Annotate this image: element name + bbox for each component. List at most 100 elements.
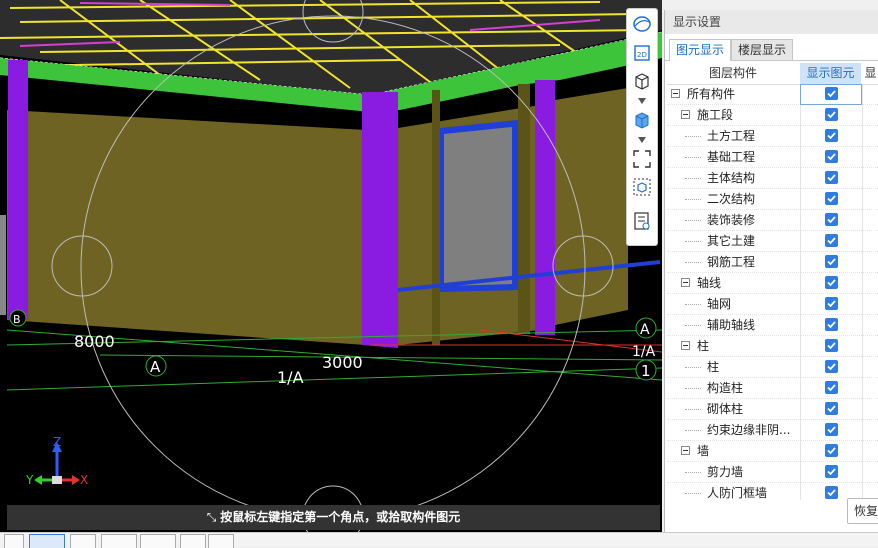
tree-row[interactable]: 砌体柱 <box>667 399 878 420</box>
tree-row[interactable]: 构造柱 <box>667 378 878 399</box>
tab-element-display[interactable]: 图元显示 <box>669 39 732 61</box>
svg-text:2D: 2D <box>637 51 647 59</box>
solid-box-icon[interactable] <box>631 109 653 131</box>
tree-row-name: 辅助轴线 <box>667 315 799 336</box>
column-header-layer[interactable]: 图层构件 <box>667 63 799 84</box>
dimension-label: 3000 <box>322 353 363 372</box>
chevron-down-icon[interactable] <box>638 137 646 143</box>
show-checkbox[interactable] <box>825 276 838 289</box>
show-checkbox[interactable] <box>825 213 838 226</box>
tree-row[interactable]: 柱 <box>667 336 878 357</box>
status-text: 按鼠标左键指定第一个角点，或拾取构件图元 <box>220 510 461 524</box>
tree-row[interactable]: 剪力墙 <box>667 462 878 483</box>
show-checkbox[interactable] <box>825 108 838 121</box>
tree-row[interactable]: 主体结构 <box>667 168 878 189</box>
tree-row-label: 钢筋工程 <box>707 255 756 269</box>
show-cell <box>800 252 862 273</box>
show-checkbox[interactable] <box>825 234 838 247</box>
3d-viewport[interactable]: 8000 3000 A 1/A A 1/A 1 B Z Y X ⤡ 按鼠标左键指定… <box>0 0 662 532</box>
extra-cell <box>862 147 878 168</box>
tree-row-label: 轴线 <box>697 276 722 290</box>
tree-row[interactable]: 基础工程 <box>667 147 878 168</box>
tree-row[interactable]: 所有构件 <box>667 84 878 105</box>
display-settings-panel: 显示设置 图元显示 楼层显示 图层构件 显示图元 显 所有构件 施工段 土方工程 基础… <box>664 10 878 532</box>
tree-row-name: 二次结构 <box>667 189 799 210</box>
show-checkbox[interactable] <box>825 192 838 205</box>
tree-row[interactable]: 装饰装修 <box>667 210 878 231</box>
column-header-extra[interactable]: 显 <box>862 63 878 84</box>
show-checkbox[interactable] <box>825 465 838 478</box>
tree-row[interactable]: 轴网 <box>667 294 878 315</box>
show-checkbox[interactable] <box>825 297 838 310</box>
show-cell <box>800 189 862 210</box>
tree-row-name: 施工段 <box>667 105 799 126</box>
axis-label: 1/A <box>277 368 304 387</box>
show-checkbox[interactable] <box>825 255 838 268</box>
tree-connector <box>685 430 701 431</box>
tree-row[interactable]: 二次结构 <box>667 189 878 210</box>
zoom-extents-icon[interactable] <box>631 148 653 170</box>
axis-label: 1/A <box>632 344 656 360</box>
tree-row[interactable]: 约束边缘非阴... <box>667 420 878 441</box>
tree-row-label: 约束边缘非阴... <box>707 423 791 437</box>
building-3d-scene[interactable]: 8000 3000 A 1/A A 1/A 1 B Z Y X <box>0 0 662 532</box>
tree-row[interactable]: 钢筋工程 <box>667 252 878 273</box>
show-checkbox[interactable] <box>825 423 838 436</box>
show-cell <box>800 84 862 105</box>
tree-row-label: 辅助轴线 <box>707 318 756 332</box>
collapse-icon[interactable] <box>681 341 690 350</box>
tree-row-label: 主体结构 <box>707 171 756 185</box>
tree-row-label: 砌体柱 <box>707 402 744 416</box>
extra-cell <box>862 189 878 210</box>
collapse-icon[interactable] <box>671 89 680 98</box>
tree-row[interactable]: 土方工程 <box>667 126 878 147</box>
tree-row[interactable]: 轴线 <box>667 273 878 294</box>
show-checkbox[interactable] <box>825 87 838 100</box>
collapse-icon[interactable] <box>681 446 690 455</box>
svg-text:X: X <box>80 473 88 487</box>
chevron-down-icon[interactable] <box>638 98 646 104</box>
show-checkbox[interactable] <box>825 381 838 394</box>
tree-row-name: 土方工程 <box>667 126 799 147</box>
show-checkbox[interactable] <box>825 402 838 415</box>
show-checkbox[interactable] <box>825 318 838 331</box>
collapse-icon[interactable] <box>681 110 690 119</box>
orbit-icon[interactable] <box>631 13 653 35</box>
show-checkbox[interactable] <box>825 444 838 457</box>
axes-gizmo: Z Y X <box>25 435 88 487</box>
tree-row[interactable]: 墙 <box>667 441 878 462</box>
show-checkbox[interactable] <box>825 171 838 184</box>
show-checkbox[interactable] <box>825 339 838 352</box>
tree-connector <box>685 262 701 263</box>
layer-tree[interactable]: 图层构件 显示图元 显 所有构件 施工段 土方工程 基础工程主体结构二次结构 装饰装修其… <box>667 63 878 500</box>
collapse-icon[interactable] <box>681 278 690 287</box>
show-checkbox[interactable] <box>825 360 838 373</box>
tree-row-name: 砌体柱 <box>667 399 799 420</box>
tree-row-label: 柱 <box>707 360 720 374</box>
horizontal-scrollbar[interactable] <box>665 490 845 498</box>
show-checkbox[interactable] <box>825 129 838 142</box>
extra-cell <box>862 168 878 189</box>
tree-connector <box>685 241 701 242</box>
tree-row[interactable]: 其它土建 <box>667 231 878 252</box>
left-collapse-tab[interactable] <box>0 215 6 315</box>
display-list-icon[interactable] <box>631 210 653 232</box>
tree-row[interactable]: 施工段 <box>667 105 878 126</box>
tree-row[interactable]: 辅助轴线 <box>667 315 878 336</box>
extra-cell <box>862 357 878 378</box>
show-cell <box>800 441 862 462</box>
tree-connector <box>685 388 701 389</box>
show-cell <box>800 336 862 357</box>
restore-button[interactable]: 恢复 <box>847 498 878 524</box>
show-cell <box>800 420 862 441</box>
svg-text:Z: Z <box>53 435 61 449</box>
3d-box-icon[interactable] <box>631 70 653 92</box>
tree-row[interactable]: 柱 <box>667 357 878 378</box>
2d-view-icon[interactable]: 2D <box>631 42 653 64</box>
column-header-show[interactable]: 显示图元 <box>800 63 861 84</box>
show-checkbox[interactable] <box>825 150 838 163</box>
show-cell <box>800 231 862 252</box>
cube-view-icon[interactable] <box>631 176 653 198</box>
tab-floor-display[interactable]: 楼层显示 <box>731 39 794 60</box>
tree-connector <box>685 199 701 200</box>
